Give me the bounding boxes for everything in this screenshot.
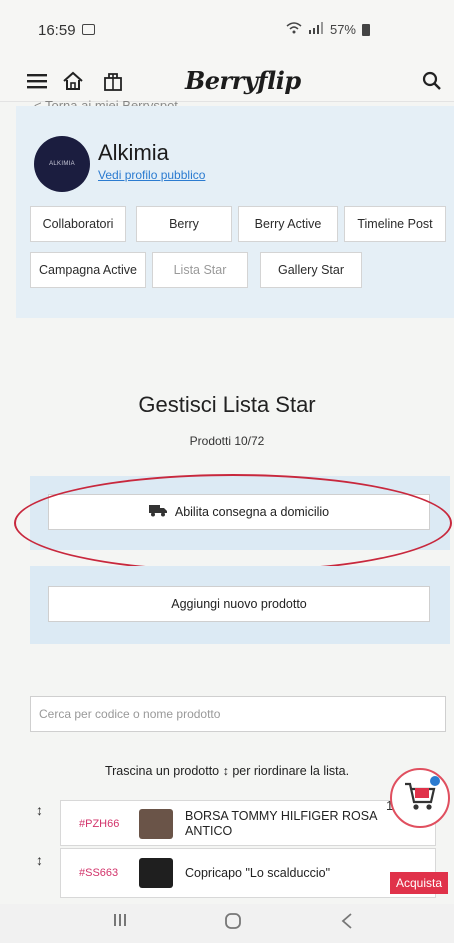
product-thumbnail: [139, 858, 173, 888]
product-name: BORSA TOMMY HILFIGER ROSA ANTICO: [185, 809, 377, 838]
delivery-panel: Abilita consegna a domicilio: [30, 476, 450, 550]
app-header: Berryflip: [0, 60, 454, 102]
add-product-panel: Aggiungi nuovo prodotto: [30, 566, 450, 644]
profile-section: ALKIMIA Alkimia Vedi profilo pubblico Co…: [16, 106, 454, 318]
drag-handle-icon[interactable]: ↕: [36, 802, 43, 818]
tab-collaboratori[interactable]: Collaboratori: [30, 206, 126, 242]
tab-gallery-star[interactable]: Gallery Star: [260, 252, 362, 288]
gallery-notification-icon: [82, 24, 95, 35]
floating-cart-button[interactable]: [390, 768, 450, 828]
product-search-input[interactable]: Cerca per codice o nome prodotto: [30, 696, 446, 732]
page-title: Gestisci Lista Star: [138, 392, 316, 417]
battery-level: 57%: [329, 22, 356, 37]
signal-icon: [308, 22, 324, 37]
tab-lista-star[interactable]: Lista Star: [152, 252, 248, 288]
wifi-icon: [286, 22, 302, 37]
menu-icon[interactable]: [26, 68, 48, 94]
product-code: #SS663: [79, 867, 119, 879]
search-icon[interactable]: [420, 68, 444, 94]
avatar[interactable]: ALKIMIA: [34, 136, 90, 192]
product-name: Copricapo "Lo scalduccio": [185, 866, 331, 880]
product-code: #PZH66: [79, 818, 120, 830]
public-profile-link[interactable]: Vedi profilo pubblico: [98, 168, 205, 182]
shop-icon[interactable]: [100, 68, 126, 94]
system-nav-bar: [0, 904, 454, 943]
brand-logo[interactable]: Berryflip: [185, 66, 301, 95]
battery-icon: [362, 23, 370, 36]
profile-name: Alkimia: [98, 140, 169, 165]
tab-berry[interactable]: Berry: [136, 206, 232, 242]
home-nav-icon[interactable]: [224, 912, 242, 935]
status-time: 16:59: [38, 22, 76, 39]
product-thumbnail: [139, 809, 173, 839]
enable-delivery-label: Abilita consegna a domicilio: [174, 505, 330, 519]
product-count: Prodotti 10/72: [189, 434, 265, 448]
drag-handle-icon[interactable]: ↕: [36, 852, 43, 868]
status-bar: 16:59 57%: [0, 0, 454, 60]
table-row[interactable]: #PZH66 BORSA TOMMY HILFIGER ROSA ANTICO: [60, 800, 436, 846]
reorder-hint: Trascina un prodotto ↕ per riordinare la…: [104, 764, 350, 778]
back-nav-icon[interactable]: [340, 912, 354, 935]
cart-badge: [430, 776, 440, 786]
add-product-button[interactable]: Aggiungi nuovo prodotto: [48, 586, 430, 622]
table-row[interactable]: #SS663 Copricapo "Lo scalduccio": [60, 848, 436, 898]
status-right: 57%: [286, 22, 370, 37]
enable-delivery-button[interactable]: Abilita consegna a domicilio: [48, 494, 430, 530]
recent-apps-icon[interactable]: [112, 912, 128, 933]
tab-campagna-active[interactable]: Campagna Active: [30, 252, 146, 288]
acquista-button[interactable]: Acquista: [390, 872, 448, 894]
home-icon[interactable]: [60, 68, 86, 94]
truck-icon: [148, 504, 167, 520]
tab-berry-active[interactable]: Berry Active: [238, 206, 338, 242]
tab-timeline-post[interactable]: Timeline Post: [344, 206, 446, 242]
avatar-text: ALKIMIA: [49, 161, 75, 167]
